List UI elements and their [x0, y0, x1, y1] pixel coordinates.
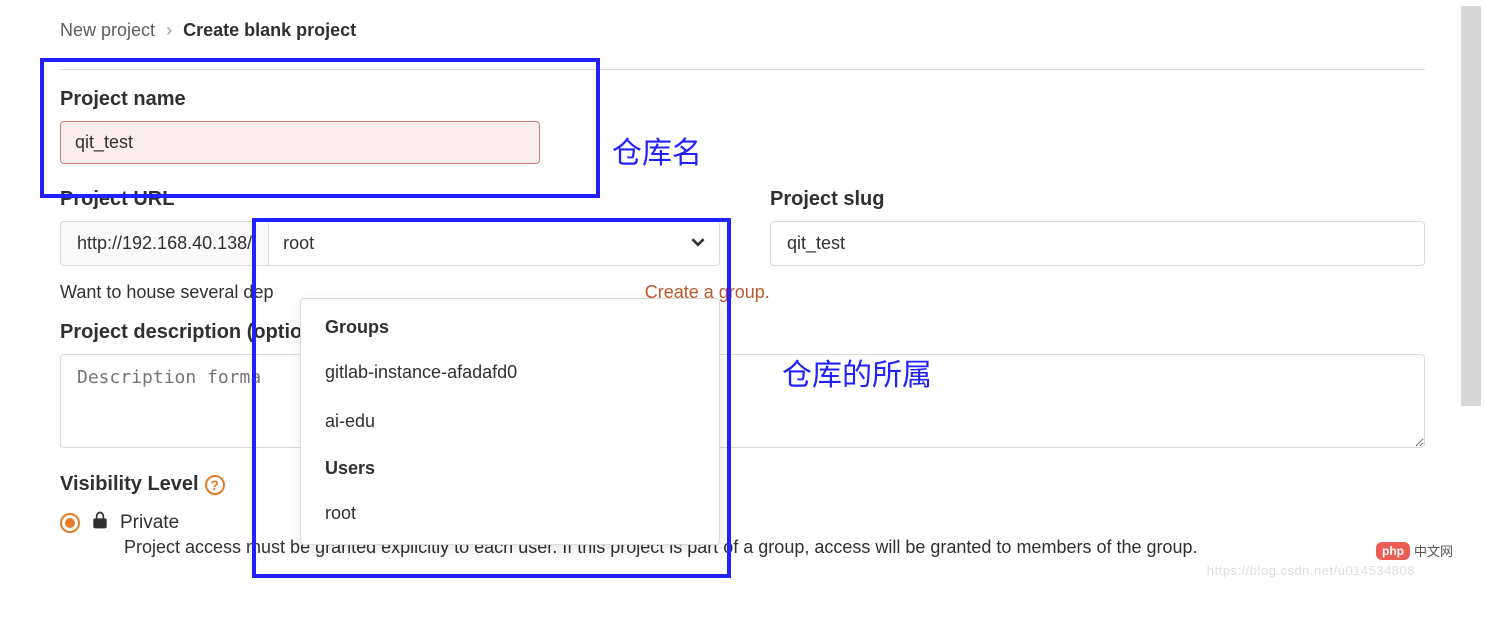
dropdown-group-item[interactable]: gitlab-instance-afadafd0: [301, 348, 719, 397]
visibility-level-label: Visibility Level: [60, 473, 199, 496]
namespace-select[interactable]: root: [268, 221, 720, 266]
group-hint: Want to house several dep endent project…: [60, 282, 1425, 303]
annotation-repo-name: 仓库名: [612, 128, 702, 172]
project-slug-input[interactable]: [770, 221, 1425, 266]
breadcrumb-current: Create blank project: [183, 20, 356, 40]
breadcrumb: New project › Create blank project: [60, 20, 1425, 41]
lock-icon: [90, 510, 110, 535]
project-slug-label: Project slug: [770, 188, 1425, 211]
dropdown-users-header: Users: [301, 446, 719, 489]
namespace-selected: root: [283, 233, 314, 254]
project-url-prefix: http://192.168.40.138/: [60, 221, 268, 266]
annotation-repo-owner: 仓库的所属: [782, 350, 932, 394]
project-url-label: Project URL: [60, 188, 720, 211]
watermark-text: 中文网: [1414, 541, 1453, 560]
help-icon[interactable]: ?: [205, 475, 225, 495]
breadcrumb-parent[interactable]: New project: [60, 20, 155, 40]
watermark: php 中文网: [1376, 541, 1453, 560]
project-description-label: Project description (optio: [60, 321, 1425, 344]
faded-source-url: https://blog.csdn.net/u014534808: [1207, 563, 1415, 578]
project-name-input[interactable]: [60, 121, 540, 164]
watermark-logo: php: [1376, 542, 1410, 560]
scrollbar[interactable]: [1461, 6, 1481, 406]
project-description-input[interactable]: [60, 354, 1425, 448]
project-name-label: Project name: [60, 88, 1425, 111]
dropdown-group-item[interactable]: ai-edu: [301, 397, 719, 446]
namespace-dropdown[interactable]: Groups gitlab-instance-afadafd0 ai-edu U…: [300, 298, 720, 545]
breadcrumb-separator: ›: [166, 20, 172, 40]
chevron-down-icon: [691, 233, 705, 254]
visibility-private-label: Private: [120, 512, 179, 534]
divider: [60, 69, 1425, 70]
dropdown-user-item[interactable]: root: [301, 489, 719, 538]
group-hint-text: Want to house several dep: [60, 282, 273, 302]
dropdown-groups-header: Groups: [301, 305, 719, 348]
visibility-private-radio[interactable]: [60, 513, 80, 533]
